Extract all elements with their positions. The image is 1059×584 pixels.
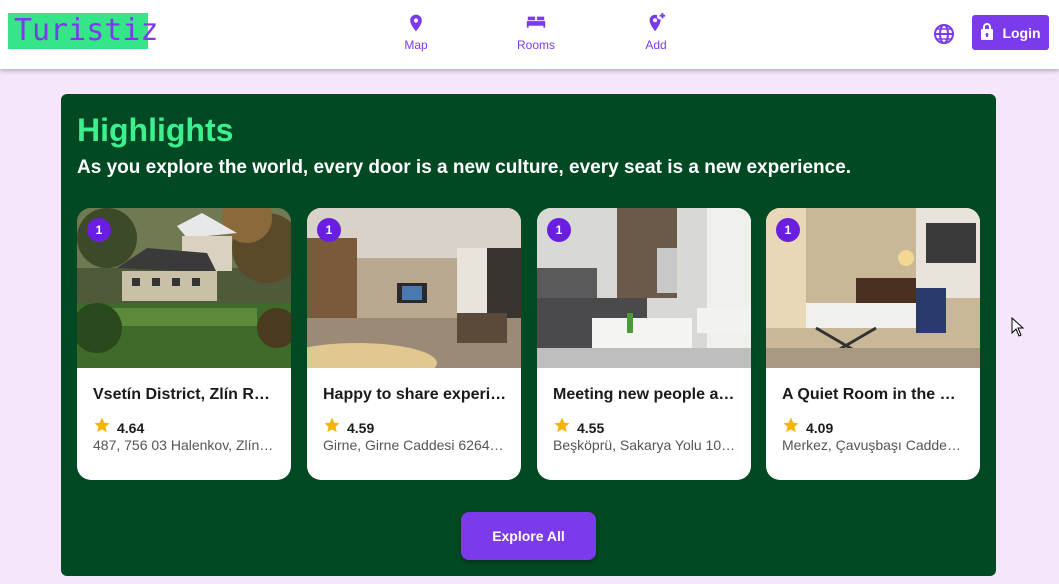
mouse-cursor-icon <box>1011 316 1025 342</box>
card-address: Merkez, Çavuşbaşı Caddesi, Turkey <box>782 437 966 453</box>
highlights-subtitle: As you explore the world, every door is … <box>77 157 852 178</box>
highlights-title: Highlights <box>77 112 234 148</box>
rating-value: 4.55 <box>577 419 605 436</box>
highlights-section: Highlights As you explore the world, eve… <box>61 94 996 576</box>
room-card[interactable]: 1 Vsetín District, Zlín Region 4.64 487,… <box>77 208 291 480</box>
card-rating: 4.64 <box>93 416 144 439</box>
nav-rooms[interactable]: Rooms <box>496 12 576 52</box>
card-badge: 1 <box>87 218 111 242</box>
card-address: 487, 756 03 Halenkov, Zlín, Czechia <box>93 437 277 453</box>
top-navbar: Turistiz Map Rooms Add Login <box>0 0 1059 69</box>
map-pin-icon <box>376 12 456 34</box>
app-logo[interactable]: Turistiz <box>8 13 159 49</box>
nav-add-label: Add <box>645 38 667 52</box>
nav-add[interactable]: Add <box>616 12 696 52</box>
card-badge: 1 <box>547 218 571 242</box>
room-card[interactable]: 1 A Quiet Room in the Grand Hotel 4.09 M… <box>766 208 980 480</box>
card-address: Girne, Girne Caddesi 6264, Cyprus <box>323 437 507 453</box>
star-icon <box>553 416 571 439</box>
card-badge: 1 <box>317 218 341 242</box>
globe-icon[interactable] <box>932 22 956 51</box>
rating-value: 4.59 <box>347 419 375 436</box>
star-icon <box>323 416 341 439</box>
card-title: Happy to share experiences <box>323 386 507 403</box>
rating-value: 4.09 <box>806 419 834 436</box>
room-card[interactable]: 1 Meeting new people and cultures 4.55 B… <box>537 208 751 480</box>
bed-icon <box>496 12 576 34</box>
star-icon <box>93 416 111 439</box>
login-button[interactable]: Login <box>972 15 1049 50</box>
room-card[interactable]: 1 Happy to share experiences 4.59 Girne,… <box>307 208 521 480</box>
nav-map[interactable]: Map <box>376 12 456 52</box>
rating-value: 4.64 <box>117 419 145 436</box>
star-icon <box>782 416 800 439</box>
card-rating: 4.09 <box>782 416 833 439</box>
login-label: Login <box>1002 24 1041 41</box>
card-title: Vsetín District, Zlín Region <box>93 386 277 403</box>
card-address: Beşköprü, Sakarya Yolu 10, Turkey <box>553 437 737 453</box>
card-title: A Quiet Room in the Grand Hotel <box>782 386 966 403</box>
card-title: Meeting new people and cultures <box>553 386 737 403</box>
nav-map-label: Map <box>404 38 428 52</box>
card-badge: 1 <box>776 218 800 242</box>
lock-icon <box>980 22 994 43</box>
nav-rooms-label: Rooms <box>516 38 555 52</box>
card-rating: 4.55 <box>553 416 604 439</box>
card-rating: 4.59 <box>323 416 374 439</box>
add-location-icon <box>616 12 696 34</box>
explore-all-button[interactable]: Explore All <box>461 512 596 560</box>
